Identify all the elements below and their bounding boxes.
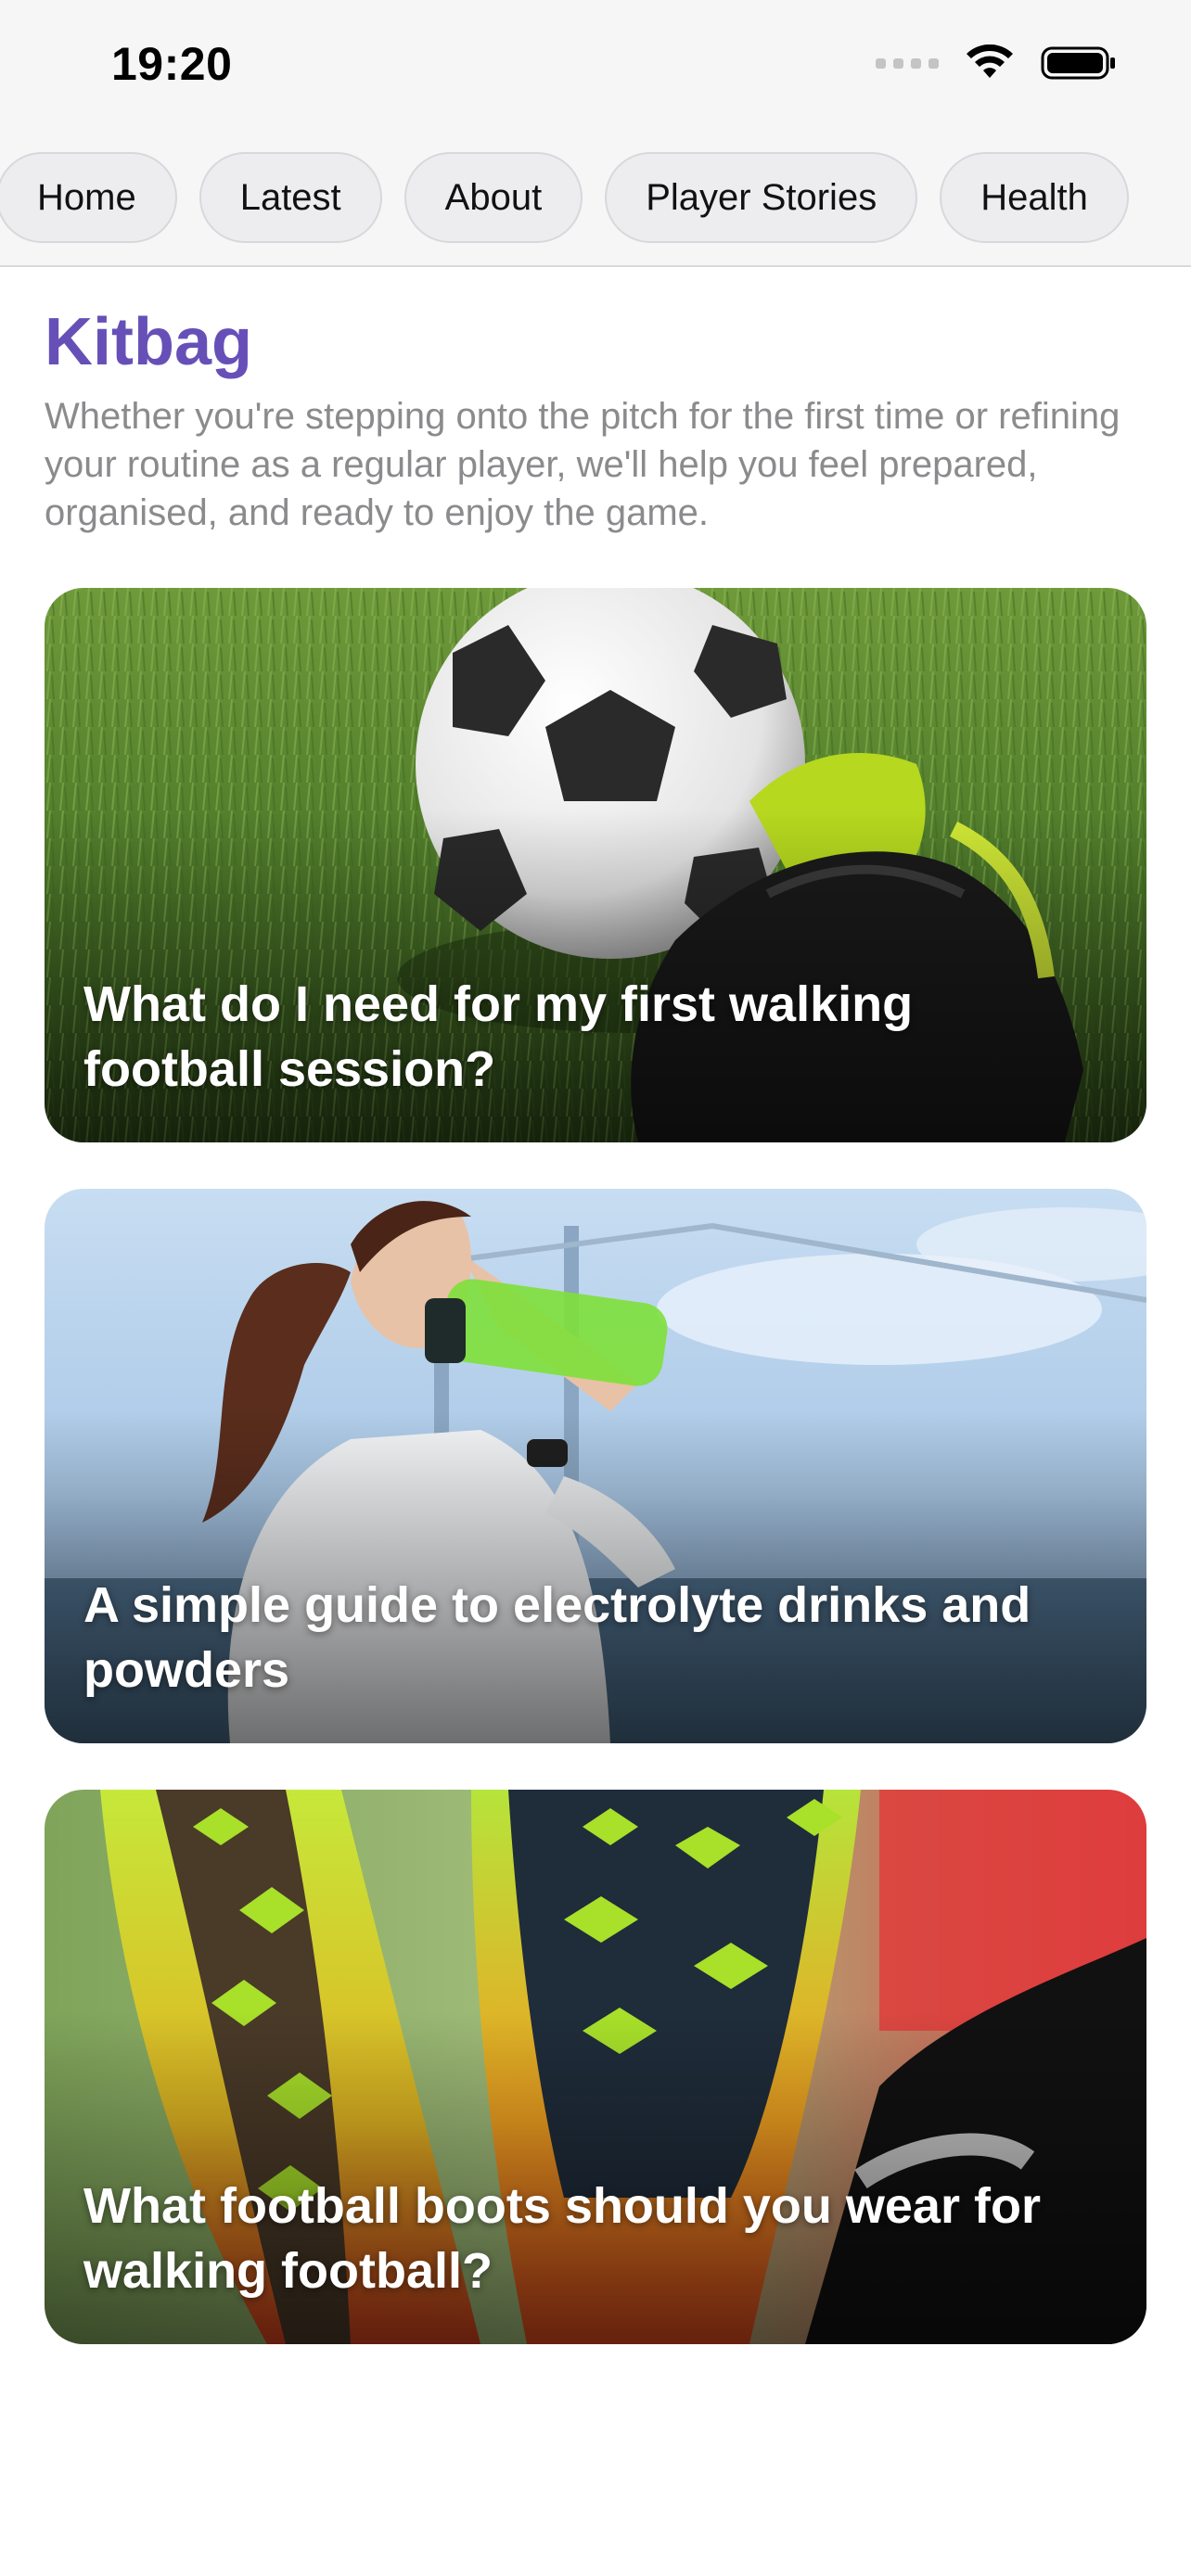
article-card-electrolytes[interactable]: A simple guide to electrolyte drinks and… xyxy=(45,1189,1146,1743)
battery-icon xyxy=(1041,46,1115,80)
page-intro: Whether you're stepping onto the pitch f… xyxy=(45,396,1121,534)
article-title: What do I need for my first walking foot… xyxy=(83,976,914,1097)
tab-player-stories[interactable]: Player Stories xyxy=(605,152,918,243)
article-card-football-boots[interactable]: What football boots should you wear for … xyxy=(45,1790,1146,2344)
tab-home[interactable]: Home xyxy=(0,152,177,243)
tab-about[interactable]: About xyxy=(403,152,583,243)
kitbag-screen: 19:20 Home Latest About Player Stories H xyxy=(0,0,1191,2576)
status-time: 19:20 xyxy=(111,38,233,90)
status-icons xyxy=(876,45,1117,82)
article-card-first-session[interactable]: What do I need for my first walking foot… xyxy=(45,588,1146,1142)
tab-latest[interactable]: Latest xyxy=(198,152,382,243)
tab-health[interactable]: Health xyxy=(940,152,1129,243)
wifi-icon xyxy=(967,45,1013,78)
article-title: A simple guide to electrolyte drinks and… xyxy=(83,1577,1031,1698)
article-list: What do I need for my first walking foot… xyxy=(45,588,1146,2391)
page-title: Kitbag xyxy=(45,305,252,379)
category-tab-bar: Home Latest About Player Stories Health xyxy=(0,139,1191,267)
status-bar: 19:20 xyxy=(0,0,1191,139)
cellular-signal-icon xyxy=(876,57,939,69)
article-title: What football boots should you wear for … xyxy=(83,2178,1041,2299)
section-header: Kitbag Whether you're stepping onto the … xyxy=(45,265,1146,537)
